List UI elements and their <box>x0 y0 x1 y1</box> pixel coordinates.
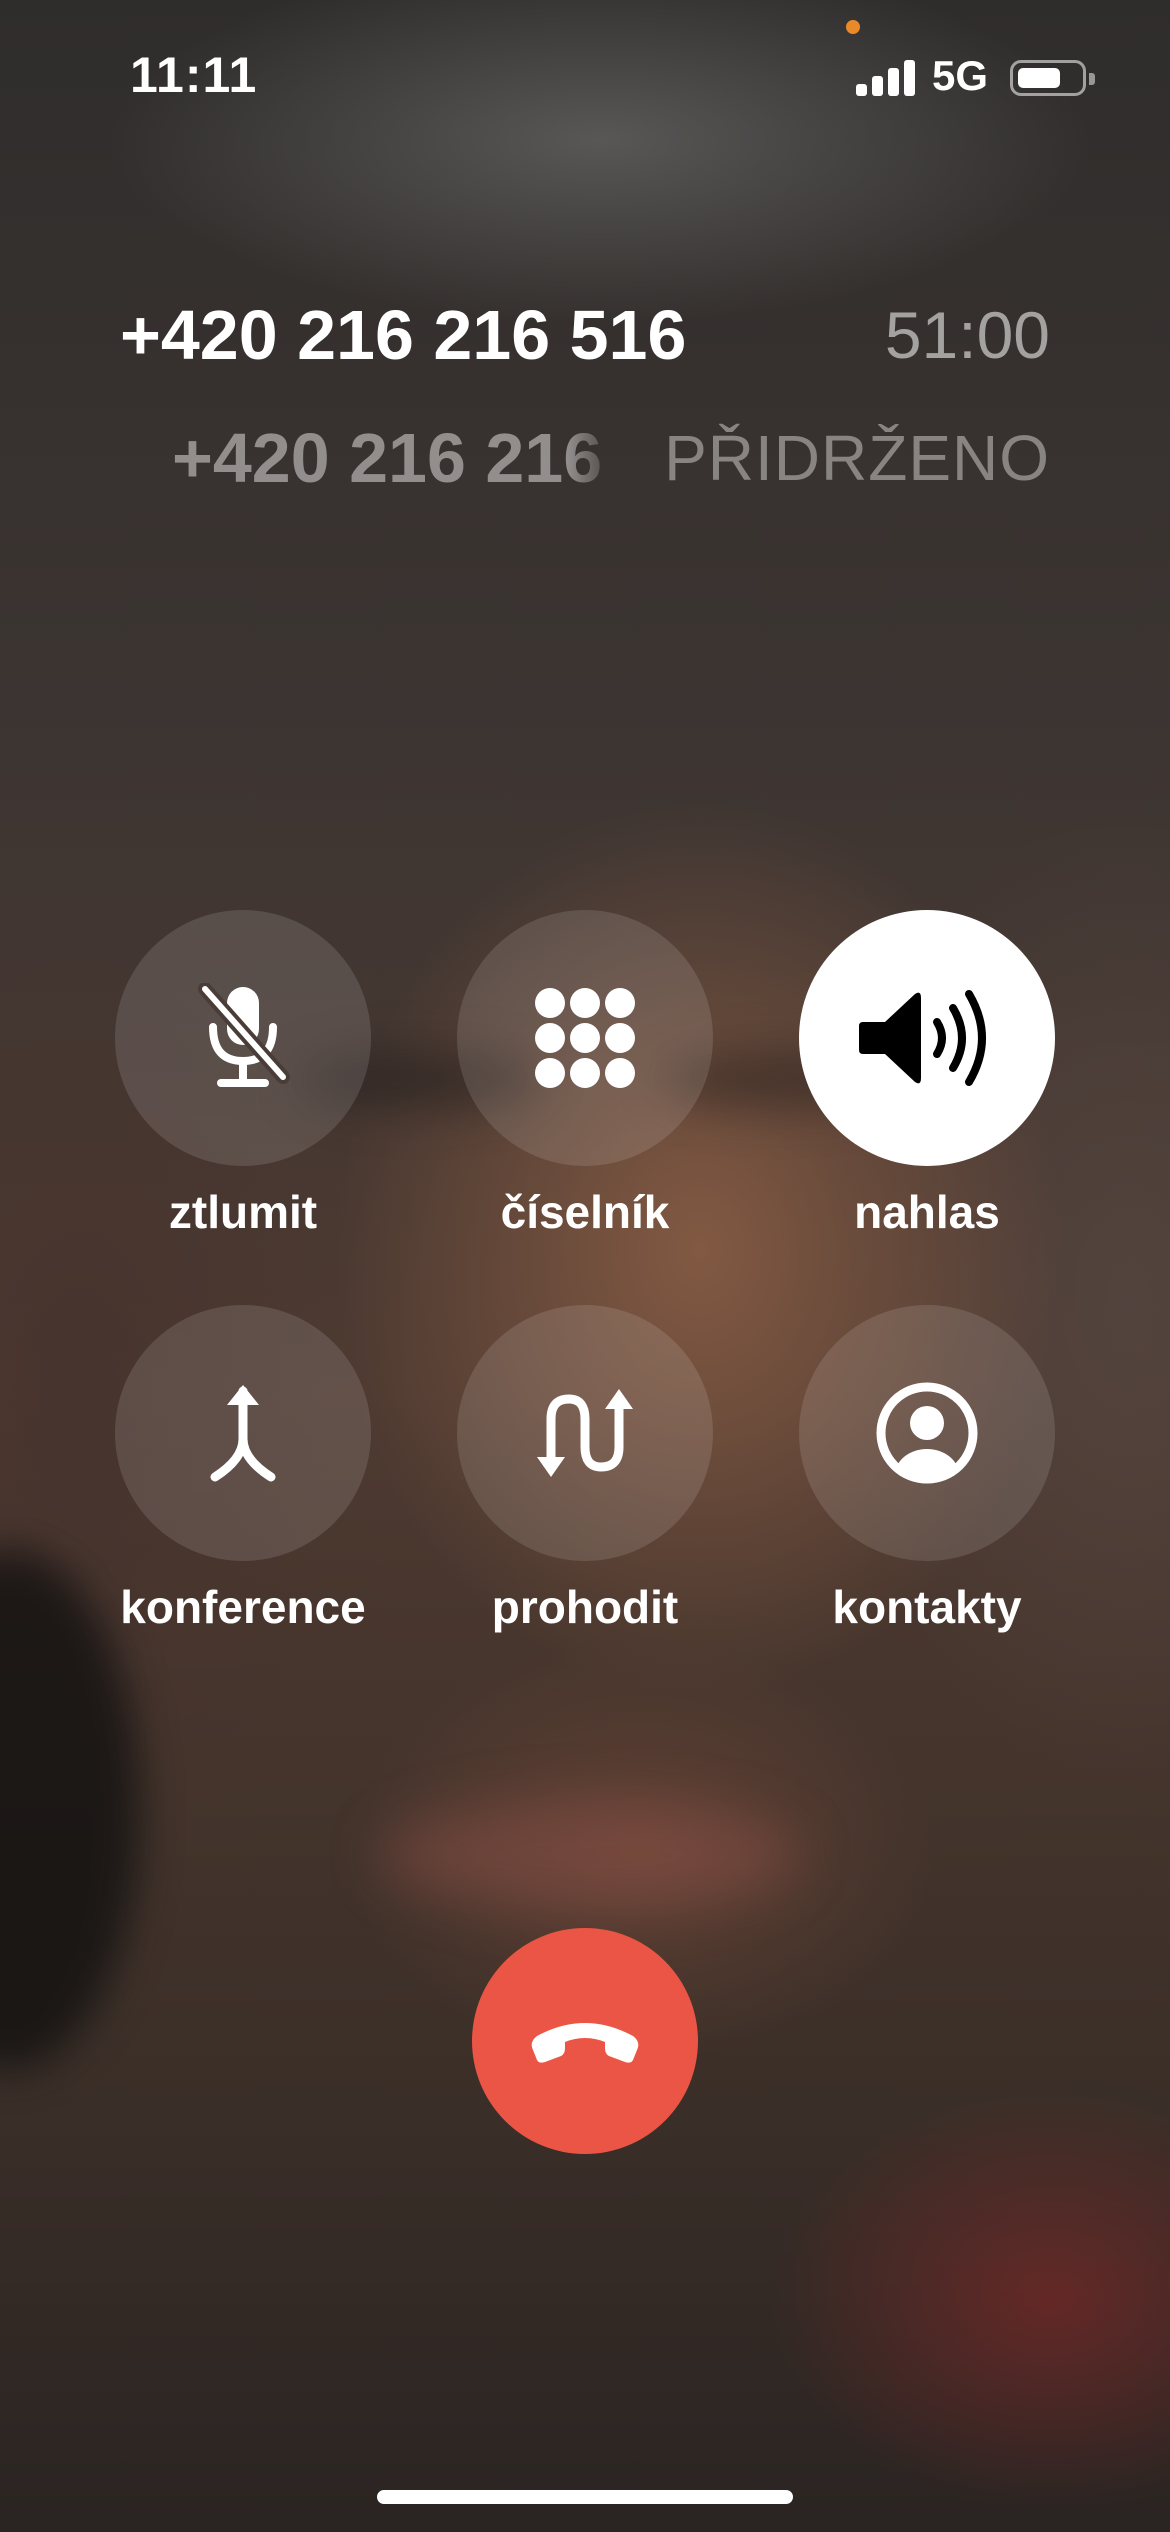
contacts-button[interactable] <box>799 1305 1055 1561</box>
contact-icon <box>876 1382 978 1484</box>
call-duration: 51:00 <box>884 298 1050 372</box>
phone-hangup-icon <box>531 2023 639 2063</box>
swap-calls-label: prohodit <box>491 1581 679 1633</box>
network-type: 5G <box>932 52 989 99</box>
keypad-button[interactable] <box>457 910 713 1166</box>
speaker-button[interactable] <box>799 910 1055 1166</box>
active-call-number: +420 216 216 516 <box>120 296 687 374</box>
keypad-icon <box>535 988 635 1088</box>
keypad-label: číselník <box>500 1186 670 1238</box>
mute-label: ztlumit <box>168 1186 318 1238</box>
home-indicator[interactable] <box>377 2490 793 2504</box>
merge-calls-label: konference <box>120 1581 366 1633</box>
held-call-row[interactable]: +420 216 216 516 PŘIDRŽENO <box>172 418 1050 498</box>
recording-indicator-dot <box>846 20 860 34</box>
held-call-number: +420 216 216 516 <box>172 419 622 497</box>
mic-slash-icon <box>198 983 290 1087</box>
mute-button[interactable] <box>115 910 371 1166</box>
held-call-status: PŘIDRŽENO <box>664 422 1050 494</box>
contacts-label: kontakty <box>832 1581 1022 1633</box>
status-bar: 11:11 5G <box>0 0 1170 150</box>
status-time: 11:11 <box>130 47 258 103</box>
merge-icon <box>210 1385 276 1482</box>
end-call-button[interactable] <box>472 1928 698 2154</box>
battery-icon <box>1010 60 1095 96</box>
speaker-label: nahlas <box>854 1186 1000 1238</box>
active-call-row: +420 216 216 516 51:00 <box>120 295 1050 375</box>
cellular-signal-icon <box>856 60 916 96</box>
merge-calls-button[interactable] <box>115 1305 371 1561</box>
swap-calls-button[interactable] <box>457 1305 713 1561</box>
speaker-icon <box>859 990 986 1086</box>
swap-icon <box>537 1389 633 1477</box>
